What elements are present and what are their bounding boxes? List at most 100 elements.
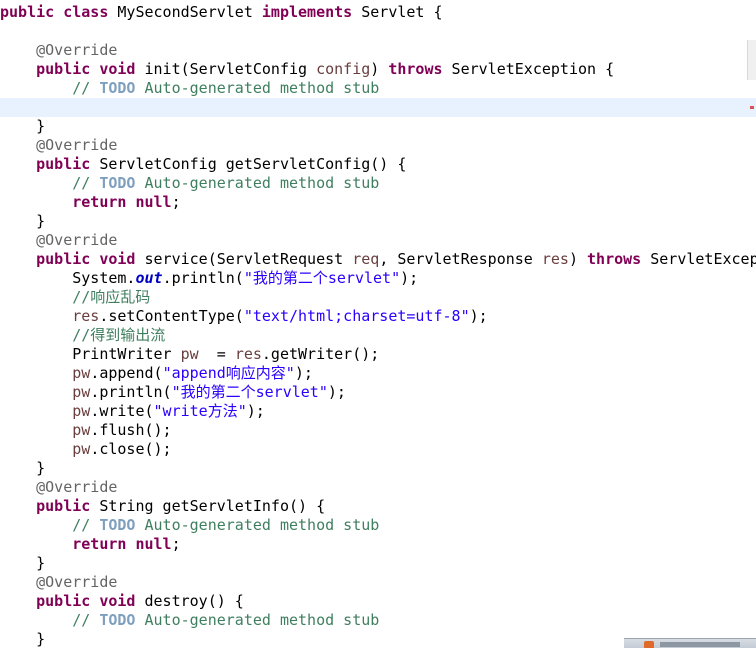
- method-signature: ServletConfig getServletConfig() {: [90, 155, 407, 173]
- method-signature: destroy() {: [135, 592, 244, 610]
- variable: pw: [72, 440, 91, 458]
- keyword: public: [36, 592, 91, 610]
- todo-tag: TODO: [99, 174, 136, 192]
- code-line-printwriter[interactable]: PrintWriter pw = res.getWriter();: [0, 345, 379, 364]
- code-line-override[interactable]: @Override: [0, 573, 117, 592]
- keyword: throws: [587, 250, 642, 268]
- comment-text: Auto-generated method stub: [135, 79, 380, 97]
- annotation: @Override: [36, 573, 118, 591]
- variable: res: [234, 345, 262, 363]
- param-name: config: [316, 60, 371, 78]
- string-literal: "text/html;charset=utf-8": [243, 307, 470, 325]
- error-marker-icon[interactable]: [750, 106, 754, 109]
- code-line-close-brace[interactable]: }: [0, 459, 45, 478]
- code-line-content-type[interactable]: res.setContentType("text/html;charset=ut…: [0, 307, 488, 326]
- comment-prefix: //: [72, 174, 100, 192]
- code-line-return-null[interactable]: return null;: [0, 193, 181, 212]
- code-line-getconfig-sig[interactable]: public ServletConfig getServletConfig() …: [0, 155, 406, 174]
- code-line-override[interactable]: @Override: [0, 231, 117, 250]
- interface-name: Servlet: [361, 3, 425, 21]
- variable: res: [72, 307, 100, 325]
- variable: pw: [72, 402, 91, 420]
- keyword: public: [0, 3, 55, 21]
- method-call: .getWriter();: [261, 345, 380, 363]
- brace: }: [36, 554, 46, 572]
- code-line-override[interactable]: @Override: [0, 478, 117, 497]
- code-line-todo-comment[interactable]: // TODO Auto-generated method stub: [0, 79, 379, 98]
- code-line-service-sig[interactable]: public void service(ServletRequest req, …: [0, 250, 756, 269]
- brace: }: [36, 117, 46, 135]
- code-line-pw-write[interactable]: pw.write("write方法");: [0, 402, 265, 421]
- keyword: public: [36, 250, 91, 268]
- method-signature: service(ServletRequest: [135, 250, 353, 268]
- code-line-pw-append[interactable]: pw.append("append响应内容");: [0, 364, 313, 383]
- keyword: return: [72, 193, 127, 211]
- keyword: throws: [388, 60, 443, 78]
- brace: {: [433, 3, 443, 21]
- method-call: .flush();: [90, 421, 172, 439]
- annotation: @Override: [36, 231, 118, 249]
- variable: pw: [180, 345, 199, 363]
- keyword: public: [36, 60, 91, 78]
- code-line-override[interactable]: @Override: [0, 41, 117, 60]
- param-name: res: [541, 250, 569, 268]
- code-editor[interactable]: public class MySecondServlet implements …: [0, 0, 756, 648]
- call-end: );: [469, 307, 488, 325]
- taskbar-label-blur: [660, 642, 740, 647]
- comment-prefix: //: [72, 611, 100, 629]
- method-call: .println(: [90, 383, 172, 401]
- method-call: .append(: [90, 364, 163, 382]
- code-line-destroy-sig[interactable]: public void destroy() {: [0, 592, 244, 611]
- semicolon: ;: [171, 193, 181, 211]
- call-end: );: [246, 402, 265, 420]
- static-field: out: [135, 269, 163, 287]
- paren: ): [568, 250, 588, 268]
- keyword: null: [135, 535, 172, 553]
- overview-ruler[interactable]: [747, 40, 756, 109]
- paren: ): [370, 60, 389, 78]
- code-line-pw-println[interactable]: pw.println("我的第二个servlet");: [0, 383, 346, 402]
- string-literal: "我的第二个servlet": [243, 269, 401, 287]
- code-line-init-sig[interactable]: public void init(ServletConfig config) t…: [0, 60, 614, 79]
- code-line-close-brace[interactable]: }: [0, 117, 45, 136]
- code-line-pw-flush[interactable]: pw.flush();: [0, 421, 172, 440]
- code-line-todo-comment[interactable]: // TODO Auto-generated method stub: [0, 611, 379, 630]
- todo-tag: TODO: [99, 516, 136, 534]
- string-literal: "append响应内容": [162, 364, 295, 382]
- method-signature: init(ServletConfig: [144, 60, 317, 78]
- method-call: .println(: [162, 269, 244, 287]
- assign: =: [198, 345, 235, 363]
- keyword: void: [99, 592, 136, 610]
- keyword: public: [36, 155, 91, 173]
- current-line-highlight: [0, 98, 756, 117]
- annotation: @Override: [36, 136, 118, 154]
- keyword: void: [99, 250, 136, 268]
- code-line-override[interactable]: @Override: [0, 136, 117, 155]
- keyword: public: [36, 497, 91, 515]
- code-line-return-null[interactable]: return null;: [0, 535, 181, 554]
- code-line-getinfo-sig[interactable]: public String getServletInfo() {: [0, 497, 325, 516]
- code-line-comment-output[interactable]: //得到输出流: [0, 326, 165, 345]
- code-line-pw-close[interactable]: pw.close();: [0, 440, 171, 459]
- variable: pw: [72, 364, 91, 382]
- code-line-todo-comment[interactable]: // TODO Auto-generated method stub: [0, 174, 379, 193]
- comment-text: Auto-generated method stub: [135, 174, 380, 192]
- call-end: );: [327, 383, 346, 401]
- brace: }: [36, 212, 46, 230]
- comment-text: //响应乱码: [72, 288, 151, 306]
- keyword: implements: [261, 3, 353, 21]
- code-line-close-brace[interactable]: }: [0, 630, 45, 648]
- code-line-close-brace[interactable]: }: [0, 212, 45, 231]
- keyword: return: [72, 535, 127, 553]
- code-line-close-brace[interactable]: }: [0, 554, 45, 573]
- comment-prefix: //: [72, 79, 100, 97]
- variable: pw: [72, 383, 91, 401]
- keyword: null: [135, 193, 172, 211]
- semicolon: ;: [171, 535, 181, 553]
- method-call: .setContentType(: [99, 307, 244, 325]
- code-line-comment-encoding[interactable]: //响应乱码: [0, 288, 150, 307]
- code-line-class-decl[interactable]: public class MySecondServlet implements …: [0, 3, 443, 22]
- code-line-todo-comment[interactable]: // TODO Auto-generated method stub: [0, 516, 379, 535]
- call-end: );: [294, 364, 313, 382]
- code-line-sysout[interactable]: System.out.println("我的第二个servlet");: [0, 269, 418, 288]
